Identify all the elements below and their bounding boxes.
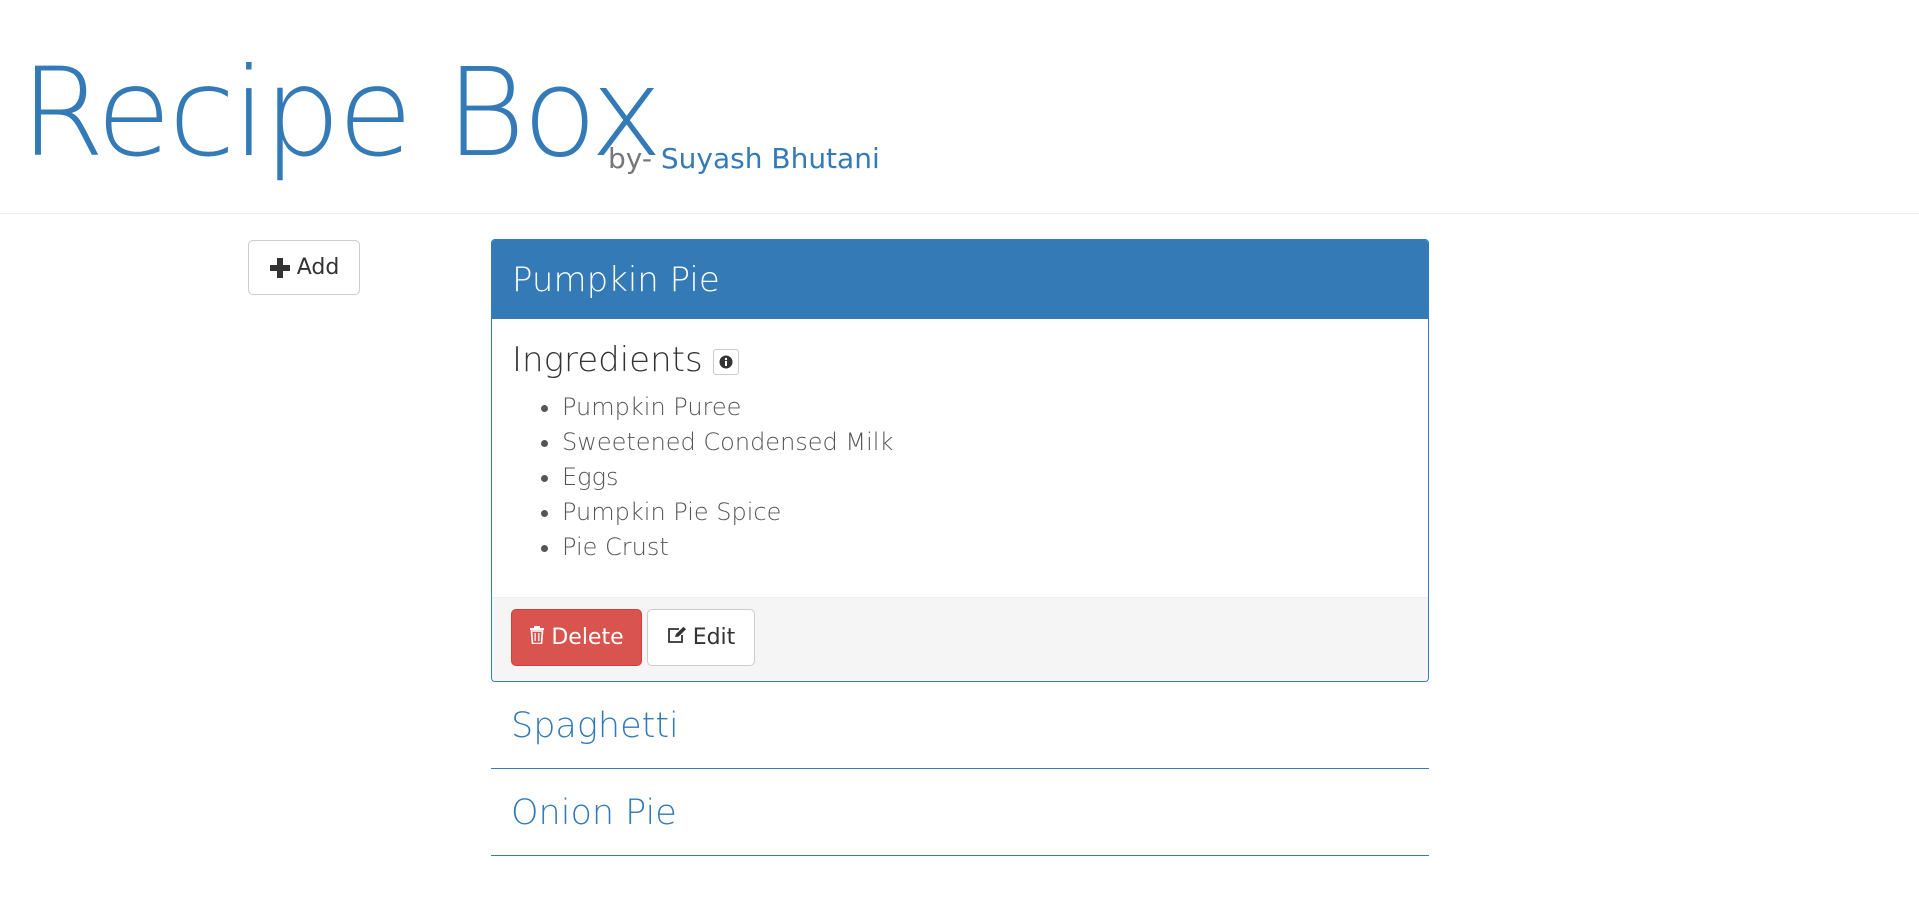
- recipe-actions: Delete Edit: [492, 597, 1428, 681]
- ingredient-item: Pie Crust: [562, 530, 893, 565]
- ingredient-item: Pumpkin Pie Spice: [562, 495, 893, 530]
- edit-button-label: Edit: [692, 625, 736, 650]
- ingredient-item: Eggs: [562, 460, 893, 495]
- edit-icon: [667, 625, 687, 650]
- ingredient-item: Sweetened Condensed Milk: [562, 425, 893, 460]
- recipe-panel-onion-pie[interactable]: Onion Pie: [491, 770, 1429, 856]
- ingredients-heading: Ingredients: [512, 340, 739, 380]
- trash-icon: [529, 625, 545, 650]
- delete-recipe-button[interactable]: Delete: [511, 609, 642, 666]
- recipe-heading[interactable]: Pumpkin Pie: [492, 240, 1428, 319]
- recipe-panel-spaghetti[interactable]: Spaghetti: [491, 683, 1429, 769]
- author-name: Suyash Bhutani: [660, 142, 880, 175]
- add-recipe-button[interactable]: Add: [248, 240, 360, 295]
- recipe-panel-pumpkin-pie: Pumpkin Pie Ingredients Pumpkin Puree Sw…: [491, 239, 1429, 682]
- page-title: Recipe Box: [20, 42, 663, 184]
- ingredients-list: Pumpkin Puree Sweetened Condensed Milk E…: [512, 390, 893, 565]
- info-icon[interactable]: [712, 349, 739, 375]
- edit-recipe-button[interactable]: Edit: [647, 609, 755, 666]
- page-header: Recipe Box by- Suyash Bhutani: [0, 0, 1919, 214]
- plus-icon: [269, 257, 291, 279]
- byline: by- Suyash Bhutani: [608, 142, 880, 175]
- delete-button-label: Delete: [551, 625, 624, 650]
- add-button-label: Add: [296, 255, 340, 280]
- by-label: by-: [608, 142, 652, 175]
- ingredients-label: Ingredients: [512, 340, 703, 380]
- ingredient-item: Pumpkin Puree: [562, 390, 893, 425]
